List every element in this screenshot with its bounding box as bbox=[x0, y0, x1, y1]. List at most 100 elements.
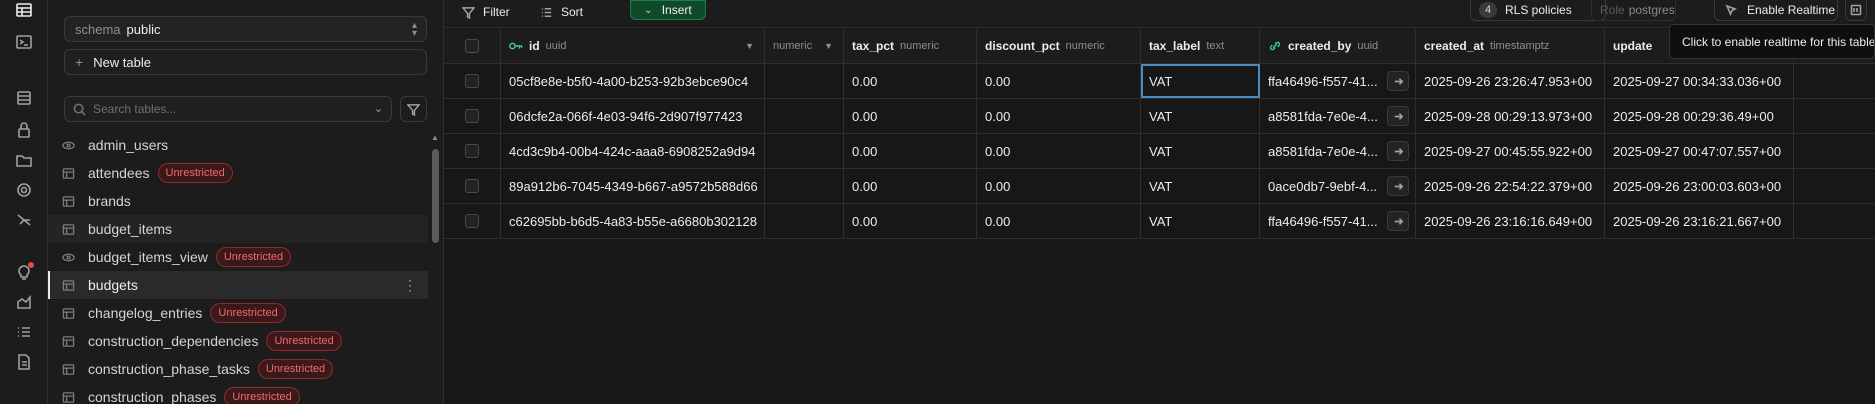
created-by-cell[interactable]: a8581fda-7e0e-4... bbox=[1260, 99, 1416, 133]
created-by-cell[interactable]: a8581fda-7e0e-4... bbox=[1260, 134, 1416, 168]
table-row[interactable]: 89a912b6-7045-4349-b667-a9572b588d66 0.0… bbox=[444, 169, 1875, 204]
table-row[interactable]: 4cd3c9b4-00b4-424c-aaa8-6908252a9d94 0.0… bbox=[444, 134, 1875, 169]
discount-pct-cell[interactable]: 0.00 bbox=[977, 64, 1141, 98]
more-vertical-icon[interactable]: ⋮ bbox=[403, 277, 417, 294]
scrollbar-thumb[interactable] bbox=[432, 149, 439, 243]
search-tables-input[interactable] bbox=[93, 102, 363, 116]
id-cell[interactable]: c62695bb-b6d5-4a83-b55e-a6680b302128 bbox=[501, 204, 765, 238]
tax-pct-cell[interactable]: 0.00 bbox=[844, 134, 977, 168]
insert-button[interactable]: ⌄ Insert bbox=[630, 0, 706, 20]
tax-pct-cell[interactable]: 0.00 bbox=[844, 204, 977, 238]
filter-tables-button[interactable] bbox=[400, 96, 427, 122]
row-checkbox[interactable] bbox=[465, 214, 479, 228]
discount-pct-cell[interactable]: 0.00 bbox=[977, 169, 1141, 203]
enable-realtime-button[interactable]: Enable Realtime bbox=[1714, 0, 1838, 21]
table-item-attendees[interactable]: attendees Unrestricted bbox=[48, 159, 428, 187]
table-item-construction-phases[interactable]: construction_phases Unrestricted bbox=[48, 383, 428, 404]
updated-at-cell[interactable]: 2025-09-26 23:00:03.603+00 bbox=[1605, 169, 1794, 203]
hidden-numeric-cell[interactable] bbox=[765, 64, 844, 98]
chevron-down-icon[interactable]: ▼ bbox=[824, 41, 833, 51]
tax-pct-cell[interactable]: 0.00 bbox=[844, 64, 977, 98]
created-at-cell[interactable]: 2025-09-26 23:16:16.649+00 bbox=[1416, 204, 1605, 238]
discount-pct-cell[interactable]: 0.00 bbox=[977, 204, 1141, 238]
row-checkbox[interactable] bbox=[465, 179, 479, 193]
role-selector[interactable]: Role postgres bbox=[1591, 0, 1676, 21]
select-all-checkbox[interactable] bbox=[465, 39, 479, 53]
column-header-tax-pct[interactable]: tax_pct numeric bbox=[844, 29, 977, 63]
column-header-discount-pct[interactable]: discount_pct numeric bbox=[977, 29, 1141, 63]
created-at-cell[interactable]: 2025-09-26 22:54:22.379+00 bbox=[1416, 169, 1605, 203]
edge-functions-icon[interactable] bbox=[14, 210, 34, 230]
advisors-icon[interactable] bbox=[14, 262, 34, 282]
tax-label-cell[interactable]: VAT bbox=[1141, 204, 1260, 238]
table-item-construction-dependencies[interactable]: construction_dependencies Unrestricted bbox=[48, 327, 428, 355]
created-by-cell[interactable]: ffa46496-f557-41... bbox=[1260, 64, 1416, 98]
created-by-cell[interactable]: 0ace0db7-9ebf-4... bbox=[1260, 169, 1416, 203]
row-checkbox[interactable] bbox=[465, 144, 479, 158]
table-row[interactable]: 06dcfe2a-066f-4e03-94f6-2d907f977423 0.0… bbox=[444, 99, 1875, 134]
rls-policies-button[interactable]: 4 RLS policies bbox=[1470, 0, 1606, 21]
id-cell[interactable]: 06dcfe2a-066f-4e03-94f6-2d907f977423 bbox=[501, 99, 765, 133]
open-reference-button[interactable] bbox=[1387, 176, 1409, 196]
auth-icon[interactable] bbox=[14, 120, 34, 140]
table-item-admin-users[interactable]: admin_users bbox=[48, 131, 428, 159]
sql-editor-icon[interactable] bbox=[14, 32, 34, 52]
hidden-numeric-cell[interactable] bbox=[765, 99, 844, 133]
schema-select[interactable]: schema public ▴ ▾ bbox=[64, 16, 427, 42]
discount-pct-cell[interactable]: 0.00 bbox=[977, 99, 1141, 133]
table-row[interactable]: 05cf8e8e-b5f0-4a00-b253-92b3ebce90c4 0.0… bbox=[444, 64, 1875, 99]
column-header-tax-label[interactable]: tax_label text bbox=[1141, 29, 1260, 63]
api-docs-icon[interactable] bbox=[14, 352, 34, 372]
column-header-created-by[interactable]: created_by uuid bbox=[1260, 29, 1416, 63]
storage-icon[interactable] bbox=[14, 150, 34, 170]
table-row[interactable]: c62695bb-b6d5-4a83-b55e-a6680b302128 0.0… bbox=[444, 204, 1875, 239]
logs-icon[interactable] bbox=[14, 322, 34, 342]
table-item-budgets[interactable]: budgets ⋮ bbox=[48, 271, 428, 299]
open-reference-button[interactable] bbox=[1387, 106, 1409, 126]
id-cell[interactable]: 05cf8e8e-b5f0-4a00-b253-92b3ebce90c4 bbox=[501, 64, 765, 98]
tax-label-cell[interactable]: VAT bbox=[1141, 134, 1260, 168]
column-header-created-at[interactable]: created_at timestamptz bbox=[1416, 29, 1605, 63]
filter-button[interactable]: Filter bbox=[462, 0, 510, 24]
column-header-hidden[interactable]: numeric ▼ bbox=[765, 29, 844, 63]
updated-at-cell[interactable]: 2025-09-27 00:47:07.557+00 bbox=[1605, 134, 1794, 168]
chevron-down-icon[interactable]: ▼ bbox=[745, 41, 754, 51]
table-editor-icon[interactable] bbox=[14, 0, 34, 20]
table-item-brands[interactable]: brands bbox=[48, 187, 428, 215]
tax-label-cell[interactable]: VAT bbox=[1141, 64, 1260, 98]
id-cell[interactable]: 89a912b6-7045-4349-b667-a9572b588d66 bbox=[501, 169, 765, 203]
hidden-numeric-cell[interactable] bbox=[765, 169, 844, 203]
tax-label-cell[interactable]: VAT bbox=[1141, 169, 1260, 203]
table-item-budget-items[interactable]: budget_items bbox=[48, 215, 428, 243]
scroll-up-icon[interactable]: ▲ bbox=[431, 133, 439, 142]
open-reference-button[interactable] bbox=[1387, 71, 1409, 91]
created-at-cell[interactable]: 2025-09-27 00:45:55.922+00 bbox=[1416, 134, 1605, 168]
database-icon[interactable] bbox=[14, 88, 34, 108]
open-reference-button[interactable] bbox=[1387, 211, 1409, 231]
definition-button[interactable] bbox=[1845, 0, 1867, 21]
discount-pct-cell[interactable]: 0.00 bbox=[977, 134, 1141, 168]
created-by-cell[interactable]: ffa46496-f557-41... bbox=[1260, 204, 1416, 238]
collapse-icon[interactable]: ⌄ bbox=[374, 102, 383, 115]
tax-label-cell[interactable]: VAT bbox=[1141, 99, 1260, 133]
id-cell[interactable]: 4cd3c9b4-00b4-424c-aaa8-6908252a9d94 bbox=[501, 134, 765, 168]
created-at-cell[interactable]: 2025-09-28 00:29:13.973+00 bbox=[1416, 99, 1605, 133]
sort-button[interactable]: Sort bbox=[540, 0, 583, 24]
open-reference-button[interactable] bbox=[1387, 141, 1409, 161]
sidebar-scrollbar[interactable]: ▲ bbox=[430, 131, 440, 404]
realtime-icon[interactable] bbox=[14, 180, 34, 200]
tax-pct-cell[interactable]: 0.00 bbox=[844, 169, 977, 203]
table-item-budget-items-view[interactable]: budget_items_view Unrestricted bbox=[48, 243, 428, 271]
updated-at-cell[interactable]: 2025-09-27 00:34:33.036+00 bbox=[1605, 64, 1794, 98]
column-header-id[interactable]: id uuid ▼ bbox=[501, 29, 765, 63]
row-checkbox[interactable] bbox=[465, 74, 479, 88]
table-item-changelog-entries[interactable]: changelog_entries Unrestricted bbox=[48, 299, 428, 327]
updated-at-cell[interactable]: 2025-09-26 23:16:21.667+00 bbox=[1605, 204, 1794, 238]
hidden-numeric-cell[interactable] bbox=[765, 204, 844, 238]
updated-at-cell[interactable]: 2025-09-28 00:29:36.49+00 bbox=[1605, 99, 1794, 133]
created-at-cell[interactable]: 2025-09-26 23:26:47.953+00 bbox=[1416, 64, 1605, 98]
new-table-button[interactable]: + New table bbox=[64, 49, 427, 75]
tax-pct-cell[interactable]: 0.00 bbox=[844, 99, 977, 133]
row-checkbox[interactable] bbox=[465, 109, 479, 123]
reports-icon[interactable] bbox=[14, 292, 34, 312]
